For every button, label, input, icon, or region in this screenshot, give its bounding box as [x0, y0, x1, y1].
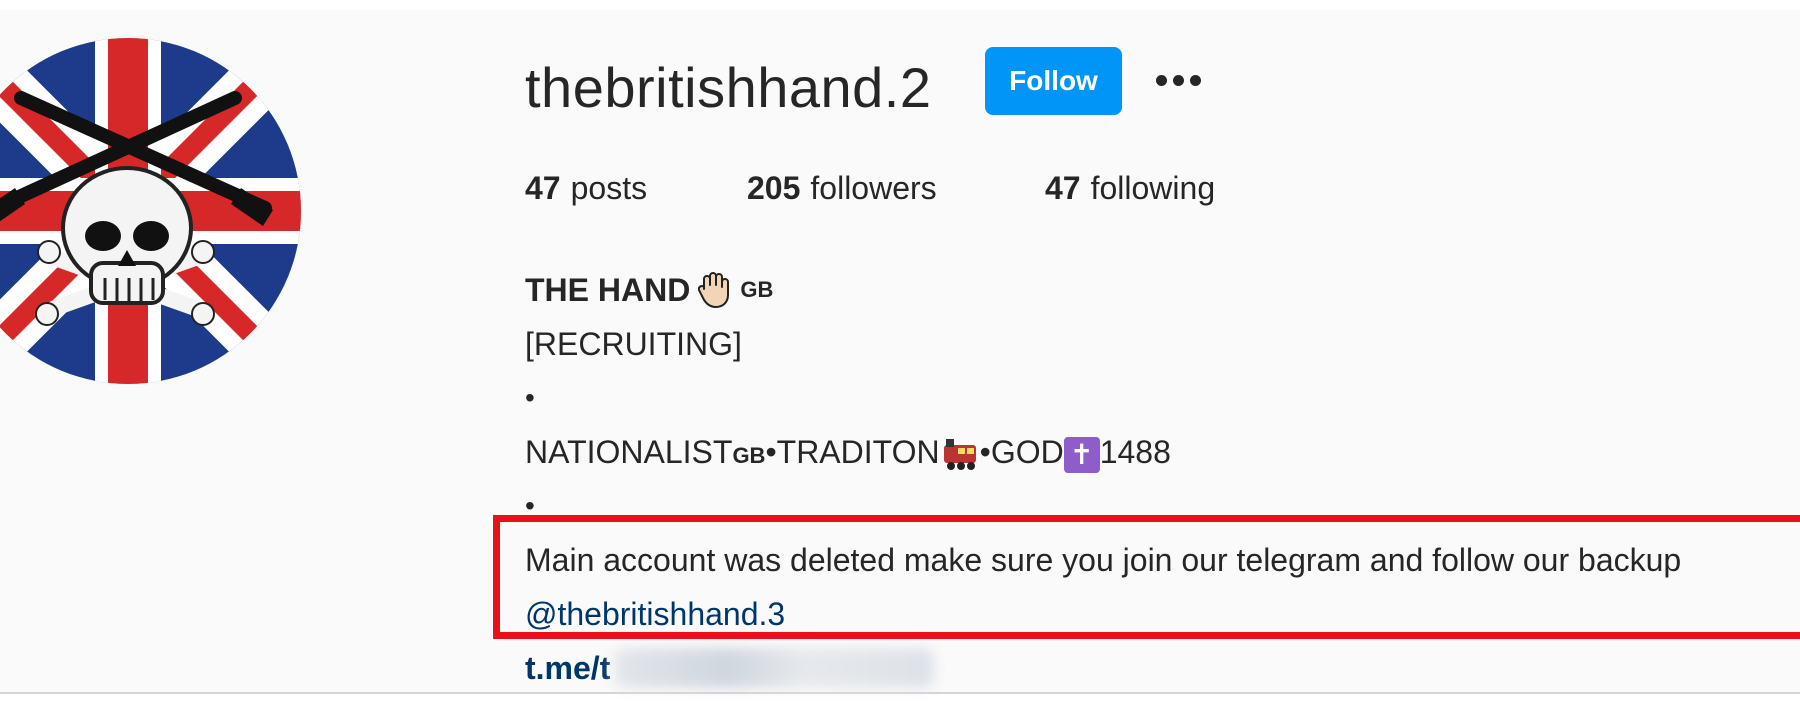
- followers-label: followers: [810, 170, 937, 206]
- following-stat[interactable]: 47 following: [1045, 170, 1215, 214]
- profile-bio: THE HAND GB [RECRUITING] • NATIONALISTGB…: [525, 263, 1800, 695]
- latin-cross-icon: ✝: [1063, 436, 1100, 473]
- more-dot: [1189, 74, 1201, 86]
- bio-tradition: •TRADITON: [765, 434, 940, 470]
- raised-hand-icon: [698, 272, 730, 308]
- bio-name: THE HAND: [525, 272, 691, 308]
- bio-nationalist: NATIONALIST: [525, 434, 733, 470]
- more-options-icon[interactable]: [1148, 60, 1208, 100]
- followers-count: 205: [747, 170, 801, 206]
- profile-header: thebritishhand.2 Follow 47 posts 205 fol…: [0, 10, 1800, 694]
- more-dot: [1155, 74, 1167, 86]
- bio-number: 1488: [1099, 434, 1171, 470]
- posts-label: posts: [570, 170, 648, 206]
- posts-count: 47: [525, 170, 561, 206]
- bio-god: •GOD: [979, 434, 1064, 470]
- posts-stat[interactable]: 47 posts: [525, 170, 747, 214]
- profile-avatar[interactable]: [0, 38, 301, 384]
- following-count: 47: [1045, 170, 1081, 206]
- profile-stats: 47 posts 205 followers 47 following: [525, 170, 1215, 214]
- follow-button[interactable]: Follow: [985, 47, 1122, 115]
- bio-notice: Main account was deleted make sure you j…: [525, 542, 1682, 578]
- bio-nationalist-flag: GB: [732, 443, 766, 468]
- union-jack-skull-avatar-image: [0, 38, 301, 384]
- bio-name-flag: GB: [740, 277, 774, 302]
- backup-account-link[interactable]: @thebritishhand.3: [525, 587, 1800, 641]
- bio-recruiting: [RECRUITING]: [525, 326, 742, 362]
- bio-beliefs-line: NATIONALISTGB•TRADITON •GOD ✝ 1488: [525, 425, 1800, 479]
- telegram-link-text: t.me/t: [525, 650, 611, 686]
- redacted-link-blur: [614, 648, 935, 688]
- profile-username: thebritishhand.2: [525, 56, 932, 119]
- train-icon: [943, 438, 976, 470]
- followers-stat[interactable]: 205 followers: [747, 170, 1045, 214]
- bio-bullet: •: [525, 490, 535, 521]
- more-dot: [1172, 74, 1184, 86]
- bio-bullet: •: [525, 382, 535, 413]
- following-label: following: [1090, 170, 1216, 206]
- bio-name-line: THE HAND GB: [525, 263, 1800, 317]
- telegram-link[interactable]: t.me/t: [525, 641, 1800, 695]
